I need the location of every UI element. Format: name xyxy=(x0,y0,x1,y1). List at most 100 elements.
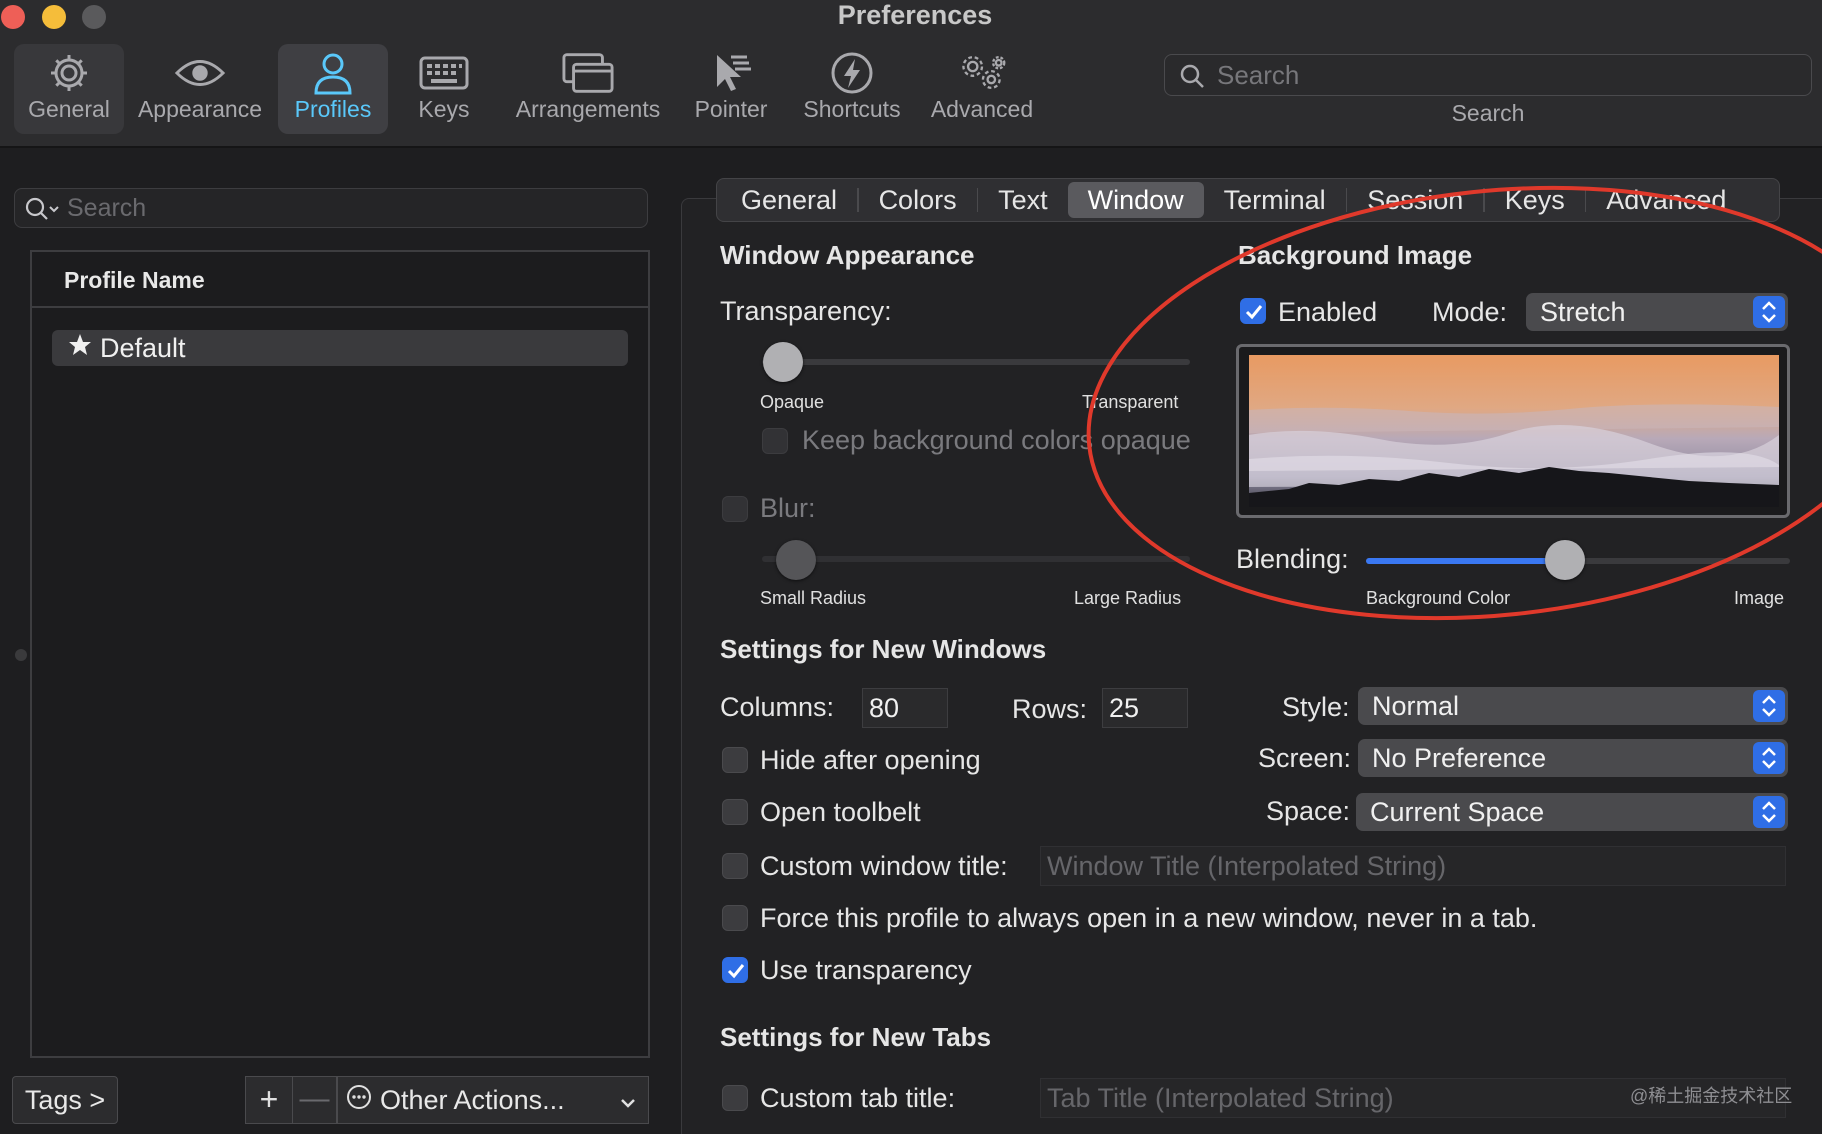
profile-tab-bar: General Colors Text Window Terminal Sess… xyxy=(716,178,1780,222)
blending-slider-fill xyxy=(1366,558,1566,564)
star-icon xyxy=(68,330,92,366)
transparency-slider-track[interactable] xyxy=(762,359,1190,365)
toolbar-profiles[interactable]: Profiles xyxy=(278,44,388,134)
profile-table: Profile Name Default xyxy=(30,250,650,1058)
profile-name: Default xyxy=(100,333,186,363)
window-title-field[interactable]: Window Title (Interpolated String) xyxy=(1040,846,1786,886)
up-down-arrows-icon xyxy=(1753,742,1785,774)
add-profile-button[interactable]: + xyxy=(245,1076,293,1124)
style-value: Normal xyxy=(1372,691,1460,721)
blending-label: Blending: xyxy=(1236,544,1349,574)
background-image-title: Background Image xyxy=(1238,240,1473,270)
toolbar-keys[interactable]: Keys xyxy=(402,44,486,134)
toolbar-label: General xyxy=(28,96,110,122)
window-appearance-title: Window Appearance xyxy=(720,240,975,270)
tab-keys[interactable]: Keys xyxy=(1485,182,1585,218)
toolbar-shortcuts[interactable]: Shortcuts xyxy=(796,44,908,134)
chevron-down-icon xyxy=(618,1089,638,1120)
rows-field[interactable]: 25 xyxy=(1102,688,1188,728)
toolbar-label: Appearance xyxy=(137,96,263,122)
bg-image-enabled-label: Enabled xyxy=(1278,297,1378,327)
profile-row-default[interactable]: Default xyxy=(52,330,628,366)
bolt-icon xyxy=(826,50,878,96)
pane-divider-handle[interactable] xyxy=(15,649,27,661)
background-color-label: Background Color xyxy=(1366,588,1511,608)
other-actions-menu[interactable]: Other Actions... xyxy=(337,1076,649,1124)
tab-terminal[interactable]: Terminal xyxy=(1204,182,1346,218)
preferences-search-box[interactable] xyxy=(1164,54,1812,96)
space-popup[interactable]: Current Space xyxy=(1356,793,1788,831)
use-transparency-label: Use transparency xyxy=(760,955,972,985)
window-title: Preferences xyxy=(837,0,993,30)
tab-general[interactable]: General xyxy=(721,182,857,218)
new-windows-title: Settings for New Windows xyxy=(720,634,1047,664)
transparent-label: Transparent xyxy=(1082,392,1179,412)
image-label: Image xyxy=(1734,588,1785,608)
ellipsis-circle-icon xyxy=(346,1084,372,1117)
use-transparency-checkbox[interactable] xyxy=(722,957,748,983)
blending-slider-knob[interactable] xyxy=(1545,540,1586,580)
opaque-label: Opaque xyxy=(760,392,825,412)
keep-bg-opaque-checkbox[interactable] xyxy=(762,428,788,454)
tab-colors[interactable]: Colors xyxy=(859,182,977,218)
style-popup[interactable]: Normal xyxy=(1358,687,1788,725)
columns-field[interactable]: 80 xyxy=(862,688,948,728)
keep-bg-opaque-label: Keep background colors opaque xyxy=(802,425,1191,455)
hide-after-opening-label: Hide after opening xyxy=(760,745,981,775)
large-radius-label: Large Radius xyxy=(1074,588,1182,608)
open-toolbelt-checkbox[interactable] xyxy=(722,799,748,825)
columns-label: Columns: xyxy=(720,692,835,722)
toolbar-label: Advanced xyxy=(930,96,1034,122)
mode-label: Mode: xyxy=(1432,297,1508,327)
rows-label: Rows: xyxy=(1012,694,1088,724)
toolbar-arrangements[interactable]: Arrangements xyxy=(510,44,666,134)
blur-checkbox[interactable] xyxy=(722,496,748,522)
toolbar: Preferences General Appearance Profiles … xyxy=(0,0,1822,148)
custom-window-title-label: Custom window title: xyxy=(760,851,1008,881)
tab-text[interactable]: Text xyxy=(978,182,1068,218)
custom-window-title-checkbox[interactable] xyxy=(722,853,748,879)
bg-image-well[interactable] xyxy=(1236,344,1790,518)
toolbar-appearance[interactable]: Appearance xyxy=(132,44,268,134)
gears-icon xyxy=(956,50,1008,96)
mode-popup[interactable]: Stretch xyxy=(1526,293,1788,331)
custom-tab-title-checkbox[interactable] xyxy=(722,1085,748,1111)
search-icon xyxy=(1179,63,1205,94)
profile-settings-panel xyxy=(681,198,1822,1134)
toolbar-label: Shortcuts xyxy=(803,96,901,122)
preferences-search-input[interactable] xyxy=(1217,57,1797,93)
checkmark-icon xyxy=(1245,305,1263,320)
bg-image-enabled-checkbox[interactable] xyxy=(1240,298,1266,324)
hide-after-opening-checkbox[interactable] xyxy=(722,747,748,773)
checkmark-icon xyxy=(727,964,745,979)
remove-profile-button[interactable]: — xyxy=(293,1076,337,1124)
up-down-arrows-icon xyxy=(1753,690,1785,722)
space-value: Current Space xyxy=(1370,797,1545,827)
profile-search-input[interactable] xyxy=(67,191,627,225)
person-icon xyxy=(307,50,359,96)
blur-slider-knob[interactable] xyxy=(776,540,817,580)
toolbar-general[interactable]: General xyxy=(14,44,124,134)
toolbar-advanced[interactable]: Advanced xyxy=(926,44,1038,134)
screen-popup[interactable]: No Preference xyxy=(1358,739,1788,777)
up-down-arrows-icon xyxy=(1753,296,1785,328)
force-new-window-checkbox[interactable] xyxy=(722,905,748,931)
style-label: Style: xyxy=(1282,692,1350,722)
eye-icon xyxy=(174,50,226,96)
screen-value: No Preference xyxy=(1372,743,1547,773)
screen-label: Screen: xyxy=(1258,743,1352,773)
tab-session[interactable]: Session xyxy=(1347,182,1483,218)
tags-button[interactable]: Tags > xyxy=(12,1076,118,1124)
tab-window[interactable]: Window xyxy=(1067,182,1204,218)
toolbar-label: Profiles xyxy=(294,96,372,122)
profile-search-box[interactable] xyxy=(14,188,648,228)
windows-icon xyxy=(562,50,614,96)
transparency-label: Transparency: xyxy=(720,296,892,326)
blur-slider-track[interactable] xyxy=(762,556,1190,562)
small-radius-label: Small Radius xyxy=(760,588,867,608)
profile-name-column-header[interactable]: Profile Name xyxy=(32,252,648,308)
tab-advanced[interactable]: Advanced xyxy=(1586,182,1746,218)
toolbar-label: Keys xyxy=(418,96,470,122)
toolbar-pointer[interactable]: Pointer xyxy=(686,44,776,134)
toolbar-label: Pointer xyxy=(694,96,768,122)
